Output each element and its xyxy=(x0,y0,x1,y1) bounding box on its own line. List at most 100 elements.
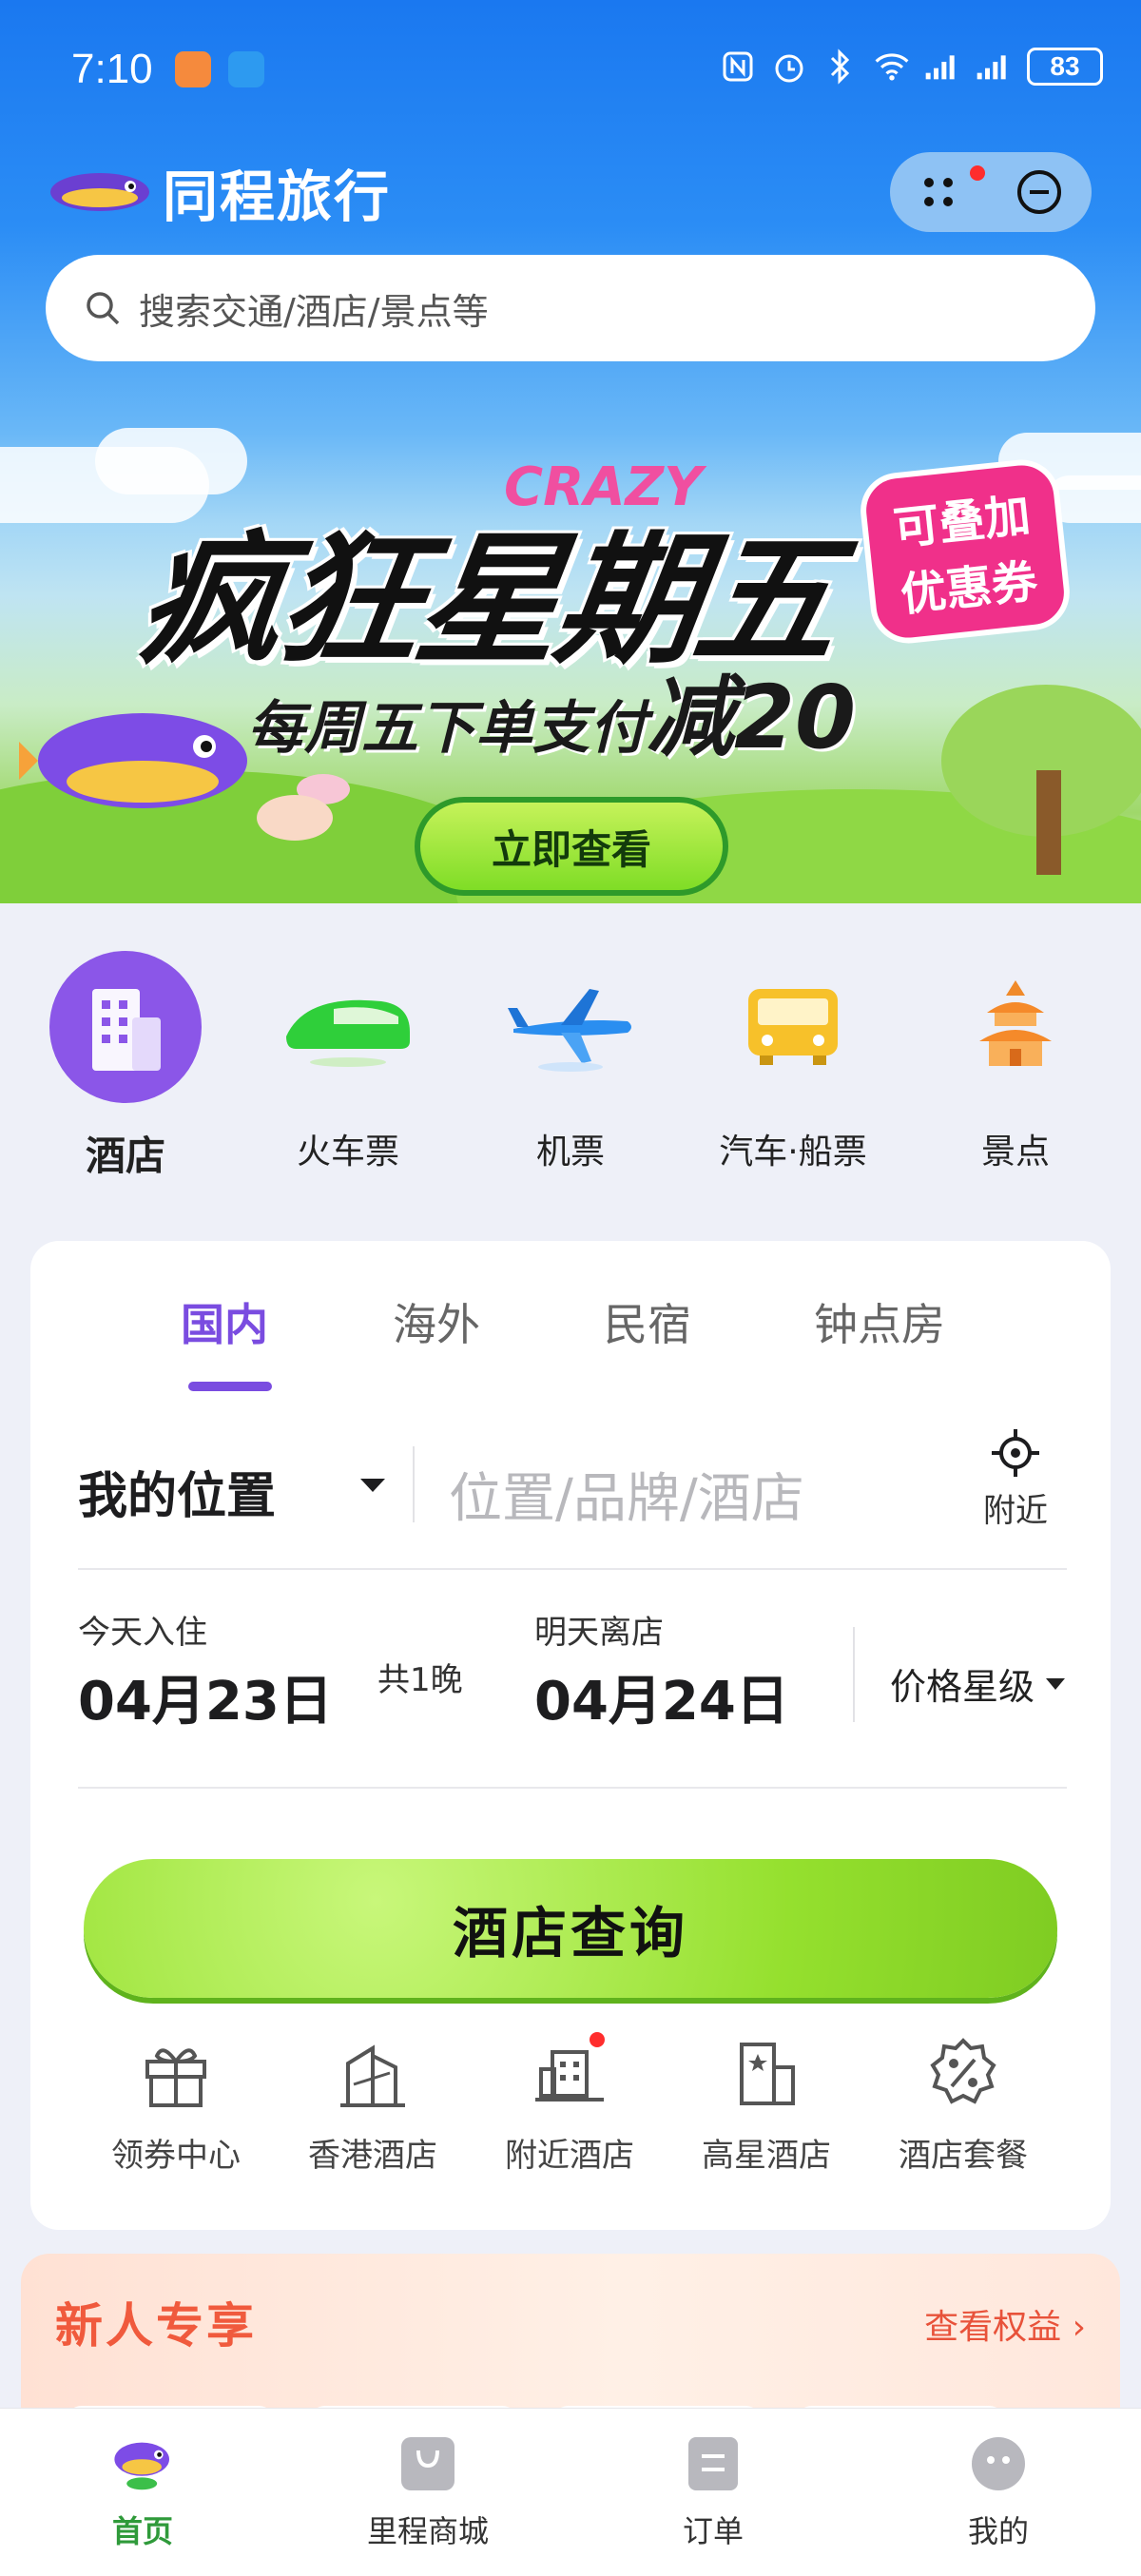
shortcut-high-star-hotel[interactable]: 高星酒店 xyxy=(671,2030,861,2176)
close-minimize-icon[interactable] xyxy=(1015,167,1064,217)
divider xyxy=(853,1627,855,1722)
mini-program-capsule[interactable] xyxy=(890,152,1092,232)
nights-count: 共1晚 xyxy=(377,1661,463,1699)
category-bus-ferry[interactable]: 汽车·船票 xyxy=(688,951,898,1173)
tab-homestay[interactable]: 民宿 xyxy=(604,1290,691,1353)
banner-subtitle-prefix: 每周五下单支付 xyxy=(247,695,647,762)
bottom-tab-bar: 首页 里程商城 订单 我的 xyxy=(0,2408,1141,2576)
divider xyxy=(413,1446,415,1522)
category-row: 酒店 火车票 机票 汽车·船票 景点 xyxy=(0,951,1141,1198)
tab-active-indicator xyxy=(188,1382,272,1391)
location-row: 我的位置 位置/品牌/酒店 附近 xyxy=(78,1427,1067,1570)
shortcut-label: 领券中心 xyxy=(111,2137,241,2175)
location-keyword-input[interactable]: 位置/品牌/酒店 xyxy=(449,1456,804,1533)
chevron-down-icon xyxy=(1046,1677,1065,1690)
app-name: 同程旅行 xyxy=(163,165,392,229)
category-label: 景点 xyxy=(980,1133,1050,1172)
checkout-date: 04月24日 xyxy=(534,1671,789,1733)
plane-icon xyxy=(494,951,647,1103)
hotel-search-button[interactable]: 酒店查询 xyxy=(84,1859,1057,1998)
checkin-date: 04月23日 xyxy=(78,1671,333,1733)
checkout-label: 明天离店 xyxy=(534,1614,664,1652)
bus-icon xyxy=(717,951,869,1103)
search-input[interactable]: 搜索交通/酒店/景点等 xyxy=(46,255,1095,361)
shortcut-hotel-package[interactable]: 酒店套餐 xyxy=(868,2030,1058,2176)
checkin-date-picker[interactable]: 今天入住 04月23日 xyxy=(78,1606,333,1735)
order-icon xyxy=(679,2430,747,2498)
battery-level: 83 xyxy=(1027,48,1103,86)
mascot-logo-icon xyxy=(50,173,149,211)
search-placeholder: 搜索交通/酒店/景点等 xyxy=(139,290,489,333)
tab-label: 里程商城 xyxy=(366,2513,489,2549)
new-user-title: 新人专享 xyxy=(55,2298,257,2353)
category-label: 酒店 xyxy=(85,1133,165,1179)
status-bar: 7:10 83 xyxy=(0,0,1141,143)
nfc-icon xyxy=(719,48,757,86)
category-flight[interactable]: 机票 xyxy=(466,951,675,1173)
status-time: 7:10 xyxy=(71,46,153,92)
banner-subtitle: 每周五下单支付减20 xyxy=(247,647,856,773)
temple-icon xyxy=(939,951,1092,1103)
banner-subtitle-strong: 减20 xyxy=(647,667,857,768)
checkout-date-picker[interactable]: 明天离店 04月24日 xyxy=(534,1606,789,1735)
tab-label: 订单 xyxy=(682,2513,744,2549)
tab-orders[interactable]: 订单 xyxy=(618,2430,808,2551)
tab-domestic[interactable]: 国内 xyxy=(181,1290,268,1353)
discount-badge-icon xyxy=(920,2030,1006,2116)
search-icon xyxy=(87,292,120,325)
tab-home[interactable]: 首页 xyxy=(48,2430,238,2551)
shortcut-label: 附近酒店 xyxy=(505,2137,634,2175)
app-notification-icon xyxy=(175,51,211,87)
locate-icon xyxy=(992,1429,1039,1477)
view-benefits-link[interactable]: 查看权益 › xyxy=(924,2299,1086,2349)
message-notification-icon xyxy=(228,51,264,87)
tab-hourly-room[interactable]: 钟点房 xyxy=(814,1290,945,1353)
star-building-icon xyxy=(724,2030,809,2116)
train-icon xyxy=(272,951,424,1103)
shortcut-nearby-hotel[interactable]: 附近酒店 xyxy=(474,2030,665,2176)
more-dots-icon[interactable] xyxy=(918,171,959,213)
tab-label: 我的 xyxy=(967,2513,1029,2549)
shortcut-label: 香港酒店 xyxy=(308,2137,437,2175)
category-label: 机票 xyxy=(535,1133,605,1172)
banner-stack-badge: 可叠加 优惠券 xyxy=(857,455,1073,648)
shortcut-label: 酒店套餐 xyxy=(899,2137,1028,2175)
city-selector[interactable]: 我的位置 xyxy=(78,1456,276,1527)
notification-dot xyxy=(590,2032,605,2047)
hotel-booking-card: 国内 海外 民宿 钟点房 我的位置 位置/品牌/酒店 附近 今天入住 04月23… xyxy=(30,1241,1111,2230)
gift-icon xyxy=(133,2030,219,2116)
home-mascot-icon xyxy=(108,2430,177,2498)
hotel-shortcuts: 领券中心 香港酒店 附近酒店 高星酒店 酒店套餐 xyxy=(30,2030,1111,2201)
signal-icon xyxy=(924,48,962,86)
shortcut-hongkong-hotel[interactable]: 香港酒店 xyxy=(278,2030,468,2176)
bluetooth-icon xyxy=(822,48,860,86)
nearby-label: 附近 xyxy=(983,1492,1048,1530)
price-star-filter[interactable]: 价格星级 xyxy=(890,1657,1067,1710)
checkin-label: 今天入住 xyxy=(78,1614,207,1652)
shopping-bag-icon xyxy=(394,2430,462,2498)
mascot-fish-illustration xyxy=(19,713,247,808)
view-benefits-label: 查看权益 xyxy=(924,2308,1062,2347)
category-label: 火车票 xyxy=(296,1133,399,1172)
hotel-icon xyxy=(49,951,202,1103)
profile-icon xyxy=(964,2430,1033,2498)
booking-tabs: 国内 海外 民宿 钟点房 xyxy=(30,1241,1111,1391)
tab-overseas[interactable]: 海外 xyxy=(393,1290,480,1353)
category-attractions[interactable]: 景点 xyxy=(911,951,1120,1173)
tab-label: 首页 xyxy=(111,2513,173,2549)
signal-icon xyxy=(976,48,1014,86)
wifi-icon xyxy=(873,48,911,86)
nearby-button[interactable]: 附近 xyxy=(983,1427,1048,1531)
shortcut-coupon-center[interactable]: 领券中心 xyxy=(81,2030,271,2176)
category-train[interactable]: 火车票 xyxy=(243,951,453,1173)
chevron-down-icon[interactable] xyxy=(358,1477,387,1496)
hk-building-icon xyxy=(330,2030,416,2116)
tab-profile[interactable]: 我的 xyxy=(903,2430,1093,2551)
category-hotel[interactable]: 酒店 xyxy=(21,951,230,1182)
banner-view-now-button[interactable]: 立即查看 xyxy=(415,797,728,896)
tab-mileage-mall[interactable]: 里程商城 xyxy=(333,2430,523,2551)
nearby-hotel-icon xyxy=(527,2030,612,2116)
alarm-icon xyxy=(770,48,808,86)
category-label: 汽车·船票 xyxy=(719,1133,867,1172)
shortcut-label: 高星酒店 xyxy=(702,2137,831,2175)
